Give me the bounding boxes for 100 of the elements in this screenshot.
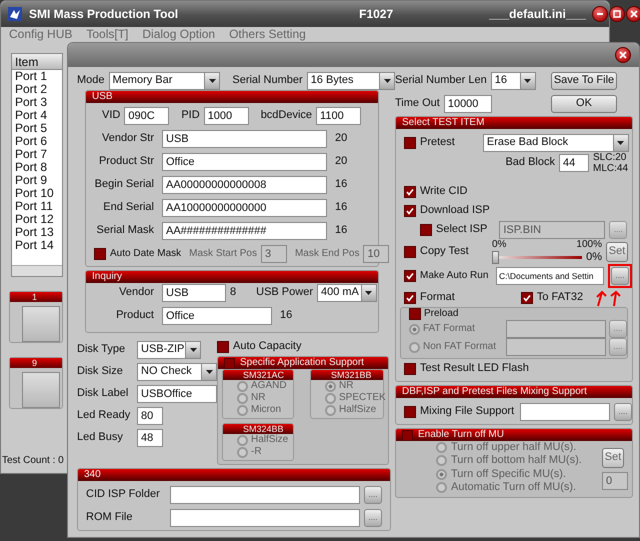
field-label: Time Out: [395, 96, 440, 110]
checkbox[interactable]: [404, 186, 416, 198]
field-label: End Serial: [102, 200, 155, 214]
input-field[interactable]: 10000: [444, 94, 492, 112]
list-item[interactable]: Port 10: [12, 187, 62, 200]
list-item[interactable]: Port 1: [12, 70, 62, 83]
field-label: Led Busy: [77, 430, 124, 444]
field-label: CID ISP Folder: [86, 488, 161, 502]
browse-button[interactable]: ....: [611, 267, 629, 286]
group-title: SM321BB: [331, 370, 372, 380]
checkbox[interactable]: [404, 136, 416, 148]
field-label: Begin Serial: [94, 178, 155, 192]
checkbox[interactable]: [404, 270, 416, 282]
window-title: SMI Mass Production Tool: [29, 6, 178, 22]
browse-button[interactable]: ....: [364, 486, 382, 504]
checkbox[interactable]: [404, 362, 416, 375]
field-label: Product Str: [98, 154, 155, 168]
checkbox[interactable]: [404, 204, 416, 216]
group-title: Select TEST ITEM: [402, 117, 484, 129]
input-field[interactable]: [170, 486, 360, 504]
ok-button[interactable]: OK: [551, 94, 617, 112]
dropdown[interactable]: 16: [490, 72, 536, 90]
field-label: Disk Size: [77, 364, 124, 378]
input-field[interactable]: USB: [162, 284, 226, 302]
port-button[interactable]: [22, 372, 60, 408]
checkbox-label: Test Result LED Flash: [420, 362, 529, 376]
checkbox[interactable]: [94, 248, 106, 260]
input-field[interactable]: USB: [162, 130, 327, 148]
input-field[interactable]: 1100: [316, 107, 362, 125]
checkbox-label: Copy Test: [420, 245, 469, 258]
checkbox-label: Make Auto Run: [420, 270, 488, 282]
caret-icon: [208, 78, 216, 82]
dropdown[interactable]: NO Check: [137, 362, 217, 380]
list-item[interactable]: Port 2: [12, 83, 62, 96]
slider-value: 0%: [586, 251, 602, 264]
field-label: VID: [102, 109, 120, 123]
input-field[interactable]: 1000: [204, 107, 249, 125]
list-item[interactable]: Port 4: [12, 109, 62, 122]
input-field[interactable]: C:\Documents and Settin: [496, 267, 604, 286]
close-button[interactable]: [615, 47, 631, 63]
radio-label: NR: [251, 392, 266, 404]
radio-label: HalfSize: [339, 404, 376, 416]
input-field[interactable]: [520, 402, 610, 421]
field-label: 16: [335, 200, 348, 214]
checkbox[interactable]: [520, 292, 533, 304]
input-field[interactable]: 48: [137, 428, 163, 446]
input-field[interactable]: 44: [558, 154, 589, 172]
field-label: 8: [230, 286, 236, 300]
input-field[interactable]: AA10000000000000: [162, 198, 327, 216]
dropdown[interactable]: 16 Bytes: [306, 72, 395, 90]
input-field[interactable]: Office: [162, 306, 272, 324]
dropdown[interactable]: USB-ZIP: [137, 340, 201, 358]
caret-icon: [384, 78, 390, 82]
list-item[interactable]: Port 13: [12, 226, 62, 239]
horizontal-scrollbar[interactable]: [12, 265, 62, 276]
scale-label: 100%: [576, 239, 602, 251]
list-item[interactable]: Port 3: [12, 96, 62, 109]
input-field[interactable]: USBOffice: [137, 384, 217, 402]
checkbox-label: Mixing File Support: [420, 405, 514, 418]
caret-icon: [365, 290, 372, 294]
list-item[interactable]: Port 7: [12, 148, 62, 161]
port-button[interactable]: [22, 306, 60, 342]
field-label: Product: [115, 308, 155, 322]
dropdown[interactable]: Memory Bar: [108, 72, 220, 90]
field-label: 16: [335, 178, 348, 192]
field-label: 16: [280, 308, 292, 322]
input-field[interactable]: AA##############: [162, 222, 327, 240]
list-item[interactable]: Port 9: [12, 174, 62, 187]
input-field[interactable]: 090C: [124, 107, 170, 125]
maximize-button[interactable]: [608, 6, 625, 22]
field-label: 20: [335, 154, 348, 168]
browse-button[interactable]: ....: [614, 402, 632, 421]
radio-label: NR: [339, 380, 354, 392]
input-field[interactable]: Office: [162, 152, 327, 170]
field-label: Bad Block: [505, 156, 555, 170]
list-item[interactable]: Port 5: [12, 122, 62, 135]
checkbox[interactable]: [404, 406, 416, 418]
save-to-file-button[interactable]: Save To File: [551, 72, 617, 90]
field-label: USB Power: [256, 286, 313, 300]
minimize-button[interactable]: [592, 6, 608, 22]
input-field[interactable]: [170, 508, 360, 526]
input-field[interactable]: 80: [137, 406, 163, 424]
input-field[interactable]: AA00000000000008: [162, 176, 327, 194]
dropdown[interactable]: 400 mA: [316, 284, 377, 302]
checkbox[interactable]: [217, 340, 229, 352]
field-label: Serial Mask: [96, 224, 155, 238]
list-item[interactable]: Port 12: [12, 213, 62, 226]
list-item[interactable]: Port 6: [12, 135, 62, 148]
radio-label: -R: [251, 446, 262, 458]
list-item[interactable]: Port 8: [12, 161, 62, 174]
field-label: Disk Label: [77, 386, 130, 400]
list-item[interactable]: Port 11: [12, 200, 62, 213]
list-item[interactable]: Port 14: [12, 239, 62, 252]
field-label: Led Ready: [77, 408, 132, 422]
browse-button[interactable]: ....: [364, 508, 382, 526]
checkbox[interactable]: [404, 292, 416, 304]
group-title: USB: [92, 91, 113, 103]
close-button[interactable]: [626, 6, 640, 22]
dropdown[interactable]: Erase Bad Block: [482, 134, 629, 152]
port-panel-header: 1: [10, 292, 62, 302]
